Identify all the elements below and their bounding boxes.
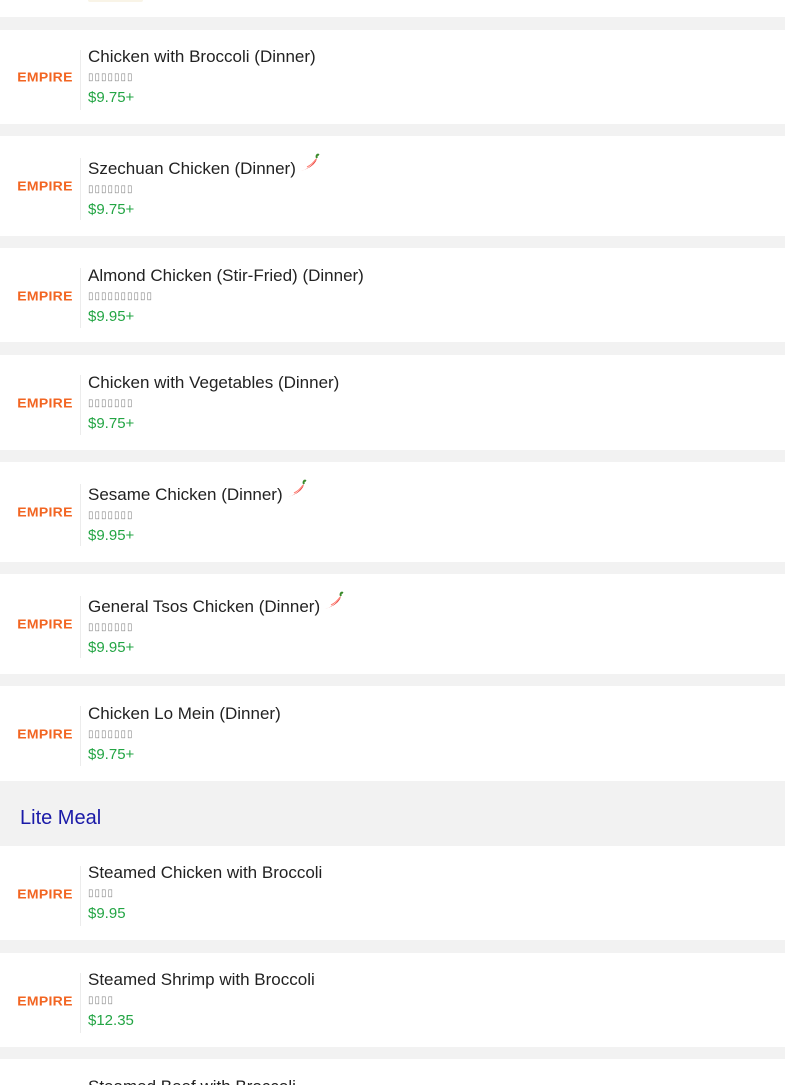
empire-logo: EMPIRE	[17, 504, 73, 520]
item-chinese-name: ▯▯▯▯▯▯▯	[88, 729, 134, 740]
item-chinese-name: ▯▯▯▯▯▯▯▯▯▯	[88, 291, 154, 302]
item-price: $9.95+	[88, 308, 135, 325]
section-title: Lite Meal	[20, 807, 102, 829]
empire-logo: EMPIRE	[17, 886, 73, 902]
item-chinese-name: ▯▯▯▯	[88, 995, 115, 1006]
item-name: Almond Chicken (Stir-Fried) (Dinner)	[88, 266, 364, 285]
item-name: Chicken with Vegetables (Dinner)	[88, 373, 340, 392]
item-name: Szechuan Chicken (Dinner)	[88, 153, 321, 181]
menu-item-card[interactable]: EMPIRE Sesame Chicken (Dinner) ▯▯▯▯▯▯▯ $…	[0, 462, 785, 562]
item-price: $9.95+	[88, 639, 135, 656]
chili-pepper-icon	[297, 153, 321, 175]
empire-logo: EMPIRE	[17, 616, 73, 632]
menu-item-card[interactable]: EMPIRE Szechuan Chicken (Dinner) ▯▯▯▯▯▯▯…	[0, 136, 785, 236]
empire-logo: EMPIRE	[17, 395, 73, 411]
item-chinese-name: ▯▯▯▯▯▯▯	[88, 622, 134, 633]
menu-item-card[interactable]: EMPIRE Almond Chicken (Stir-Fried) (Dinn…	[0, 248, 785, 342]
item-price: $12.35	[88, 1012, 134, 1029]
menu-item-card[interactable]: EMPIRE Chicken with Broccoli (Dinner) ▯▯…	[0, 30, 785, 124]
empire-logo: EMPIRE	[17, 288, 73, 304]
item-name: Steamed Beef with Broccoli	[88, 1077, 296, 1085]
logo-divider	[80, 596, 81, 658]
logo-divider	[80, 158, 81, 220]
item-chinese-name: ▯▯▯▯▯▯▯	[88, 398, 134, 409]
item-price: $9.95	[88, 905, 126, 922]
item-price: $9.75+	[88, 201, 135, 218]
logo-divider	[80, 50, 81, 110]
item-price: $9.95+	[88, 527, 135, 544]
item-name: Steamed Shrimp with Broccoli	[88, 970, 315, 989]
item-name: Sesame Chicken (Dinner)	[88, 479, 308, 507]
item-chinese-name: ▯▯▯▯▯▯▯	[88, 184, 134, 195]
empire-logo: EMPIRE	[17, 726, 73, 742]
logo-divider	[80, 866, 81, 926]
chili-pepper-icon	[284, 479, 308, 501]
item-name: Chicken Lo Mein (Dinner)	[88, 704, 281, 723]
logo-divider	[80, 484, 81, 546]
section-header-lite-meal: Lite Meal	[0, 781, 785, 845]
previous-item-remnant	[0, 0, 785, 17]
item-chinese-name: ▯▯▯▯	[88, 888, 115, 899]
previous-item-text-fragment	[88, 0, 143, 2]
item-price: $9.75+	[88, 89, 135, 106]
item-name: Steamed Chicken with Broccoli	[88, 863, 323, 882]
item-chinese-name: ▯▯▯▯▯▯▯	[88, 510, 134, 521]
menu-item-card[interactable]: EMPIRE Steamed Chicken with Broccoli ▯▯▯…	[0, 846, 785, 940]
menu-item-card[interactable]: EMPIRE General Tsos Chicken (Dinner) ▯▯▯…	[0, 574, 785, 674]
logo-divider	[80, 706, 81, 766]
empire-logo: EMPIRE	[17, 69, 73, 85]
item-price: $9.75+	[88, 415, 135, 432]
empire-logo: EMPIRE	[17, 993, 73, 1009]
menu-item-card[interactable]: Steamed Beef with Broccoli	[0, 1059, 785, 1085]
chili-pepper-icon	[321, 591, 345, 613]
item-name: Chicken with Broccoli (Dinner)	[88, 47, 316, 66]
empire-logo: EMPIRE	[17, 178, 73, 194]
item-price: $9.75+	[88, 746, 135, 763]
item-chinese-name: ▯▯▯▯▯▯▯	[88, 72, 134, 83]
menu-item-card[interactable]: EMPIRE Steamed Shrimp with Broccoli ▯▯▯▯…	[0, 953, 785, 1047]
item-name: General Tsos Chicken (Dinner)	[88, 591, 345, 619]
logo-divider	[80, 375, 81, 435]
logo-divider	[80, 268, 81, 328]
logo-divider	[80, 973, 81, 1033]
menu-item-card[interactable]: EMPIRE Chicken with Vegetables (Dinner) …	[0, 355, 785, 450]
menu-item-card[interactable]: EMPIRE Chicken Lo Mein (Dinner) ▯▯▯▯▯▯▯ …	[0, 686, 785, 781]
